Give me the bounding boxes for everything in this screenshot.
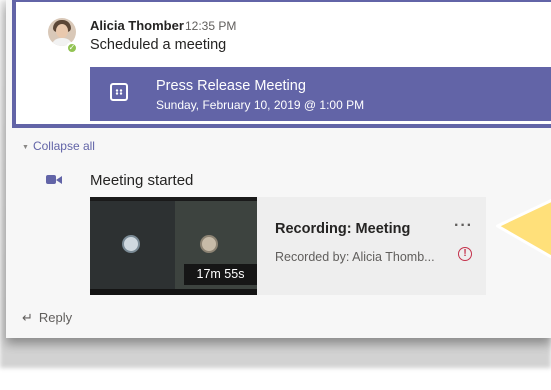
recorded-by-label: Recorded by: Alicia Thomb... <box>275 250 435 264</box>
post-message: Scheduled a meeting <box>90 37 227 53</box>
meeting-title: Press Release Meeting <box>156 78 306 94</box>
presence-available-icon: ✓ <box>66 42 78 54</box>
calendar-icon <box>110 83 128 101</box>
thumbnail-taskbar <box>90 289 257 295</box>
recording-card[interactable]: 17m 55s Recording: Meeting ··· Recorded … <box>90 197 486 295</box>
participant-avatar <box>200 235 218 253</box>
callout-arrow-icon <box>496 198 551 259</box>
triangle-down-icon: ▼ <box>22 144 29 151</box>
author-name[interactable]: Alicia Thomber <box>90 18 184 33</box>
reply-button[interactable]: ↵ Reply <box>22 310 72 326</box>
meeting-started-label: Meeting started <box>90 172 194 189</box>
collapse-all-link[interactable]: ▼ Collapse all <box>22 139 95 153</box>
recording-title[interactable]: Recording: Meeting <box>275 221 410 237</box>
recording-duration: 17m 55s <box>184 264 257 285</box>
post-timestamp: 12:35 PM <box>185 19 237 33</box>
meeting-datetime: Sunday, February 10, 2019 @ 1:00 PM <box>156 98 365 112</box>
meeting-invite-banner[interactable]: Press Release Meeting Sunday, February 1… <box>90 67 551 121</box>
more-options-icon[interactable]: ··· <box>454 217 473 235</box>
callout-arrow-shape <box>496 198 551 259</box>
collapse-all-label: Collapse all <box>32 139 95 153</box>
avatar-face <box>56 24 68 38</box>
camera-lens <box>56 176 62 184</box>
thumbnail-topbar <box>90 197 257 201</box>
recording-thumbnail[interactable]: 17m 55s <box>90 197 257 295</box>
reply-arrow-icon: ↵ <box>22 310 33 325</box>
warning-icon[interactable]: ! <box>458 247 472 261</box>
participant-avatar <box>122 235 140 253</box>
video-camera-icon <box>46 172 62 186</box>
thread-top-edge <box>12 0 551 2</box>
camera-body <box>46 175 56 184</box>
reply-label: Reply <box>38 310 73 325</box>
